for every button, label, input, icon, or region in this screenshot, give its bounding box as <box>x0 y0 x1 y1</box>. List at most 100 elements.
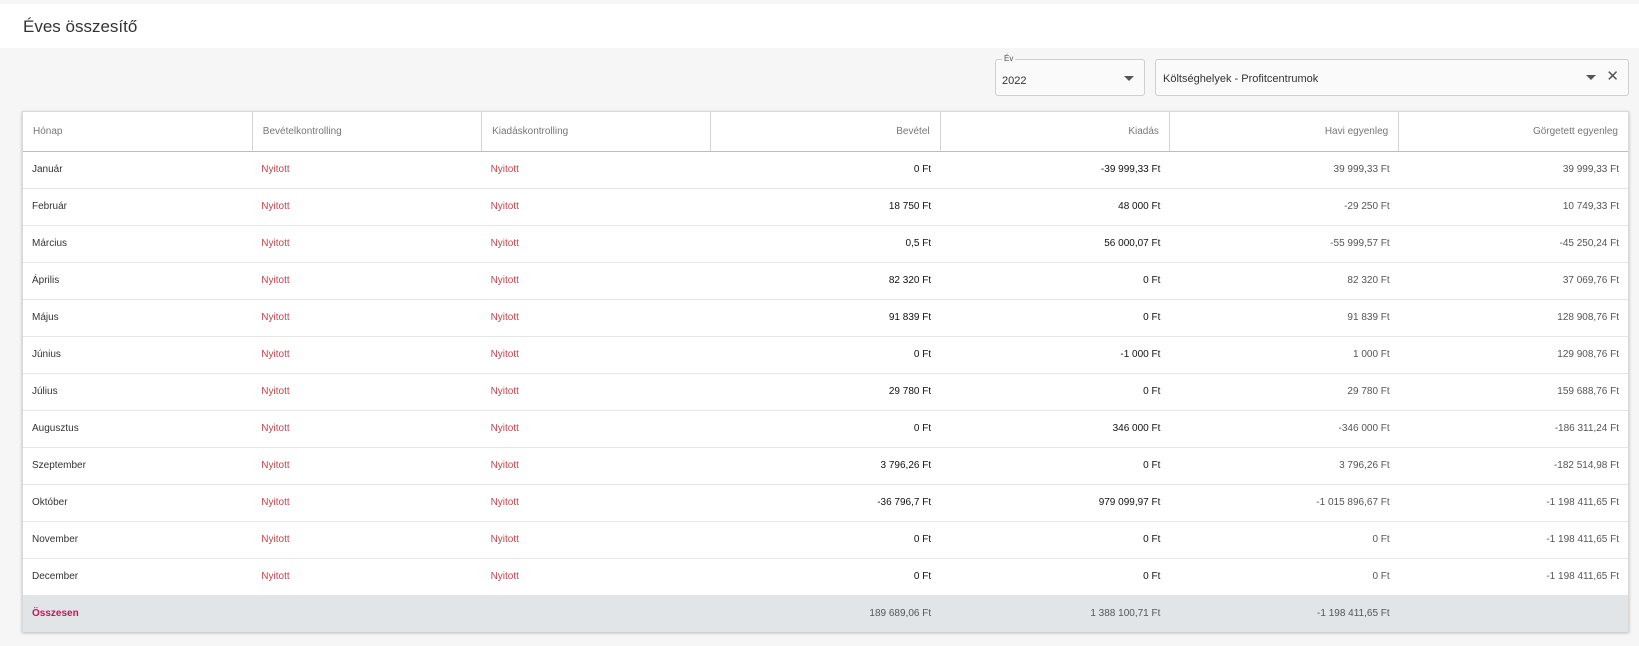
table-row[interactable]: Május Nyitott Nyitott 91 839 Ft 0 Ft 91 839 F… <box>23 299 1628 337</box>
cell-rolling-balance: -1 198 411,65 Ft <box>1398 558 1628 596</box>
cell-income-control-status[interactable]: Nyitott <box>252 558 482 596</box>
table-row[interactable]: Március Nyitott Nyitott 0,5 Ft 56 000,07 Ft -… <box>23 225 1628 263</box>
cell-income-control-status[interactable]: Nyitott <box>252 225 482 263</box>
cell-income-control-status[interactable]: Nyitott <box>252 410 482 448</box>
cell-income-control-status[interactable]: Nyitott <box>252 373 482 411</box>
cell-rolling-balance: -182 514,98 Ft <box>1398 447 1628 485</box>
cell-income: 0 Ft <box>710 151 941 189</box>
cell-expense: 346 000 Ft <box>940 410 1170 448</box>
cell-rolling-balance: 39 999,33 Ft <box>1398 151 1628 189</box>
cell-income-control-status[interactable]: Nyitott <box>252 262 482 300</box>
cell-expense-control-status[interactable]: Nyitott <box>481 225 711 263</box>
cell-expense: 56 000,07 Ft <box>940 225 1170 263</box>
cell-month: December <box>23 558 253 596</box>
page-header: Éves összesítő <box>0 4 1639 48</box>
total-expense: 1 388 100,71 Ft <box>940 595 1170 632</box>
table-row[interactable]: November Nyitott Nyitott 0 Ft 0 Ft 0 Ft -1 198… <box>23 521 1628 559</box>
cell-monthly-balance: 0 Ft <box>1169 521 1399 559</box>
cost-center-select-value: Költséghelyek - Profitcentrumok <box>1163 73 1319 85</box>
cell-expense-control-status[interactable]: Nyitott <box>481 447 711 485</box>
table-row[interactable]: Szeptember Nyitott Nyitott 3 796,26 Ft 0 Ft 3… <box>23 447 1628 485</box>
annual-summary-table: Hónap Bevételkontrolling Kiadáskontrolli… <box>22 111 1629 632</box>
cell-monthly-balance: 3 796,26 Ft <box>1169 447 1399 485</box>
year-select-value: 2022 <box>1002 75 1027 87</box>
cell-expense-control-status[interactable]: Nyitott <box>481 558 711 596</box>
cell-monthly-balance: -55 999,57 Ft <box>1169 225 1399 263</box>
cell-month: Február <box>23 188 253 226</box>
cell-income: 29 780 Ft <box>710 373 941 411</box>
cell-income-control-status[interactable]: Nyitott <box>252 336 482 374</box>
column-header-month[interactable]: Hónap <box>23 112 253 152</box>
table-row[interactable]: December Nyitott Nyitott 0 Ft 0 Ft 0 Ft -1 198… <box>23 558 1628 596</box>
cell-rolling-balance: -1 198 411,65 Ft <box>1398 484 1628 522</box>
total-cell-empty <box>252 595 482 632</box>
close-icon[interactable]: ✕ <box>1606 69 1619 84</box>
cell-month: Július <box>23 373 253 411</box>
table-row[interactable]: Augusztus Nyitott Nyitott 0 Ft 346 000 Ft -34… <box>23 410 1628 448</box>
table-row[interactable]: Június Nyitott Nyitott 0 Ft -1 000 Ft 1 000 F… <box>23 336 1628 374</box>
total-rolling-balance <box>1398 595 1628 632</box>
cell-month: Október <box>23 484 253 522</box>
total-row: Összesen 189 689,06 Ft 1 388 100,71 Ft -… <box>23 595 1628 632</box>
column-header-expense[interactable]: Kiadás <box>940 112 1170 152</box>
cell-expense-control-status[interactable]: Nyitott <box>481 484 711 522</box>
cell-monthly-balance: -346 000 Ft <box>1169 410 1399 448</box>
cell-rolling-balance: -45 250,24 Ft <box>1398 225 1628 263</box>
table-row[interactable]: Július Nyitott Nyitott 29 780 Ft 0 Ft 29 780 … <box>23 373 1628 411</box>
cell-income: 0 Ft <box>710 558 941 596</box>
column-header-income[interactable]: Bevétel <box>710 112 941 152</box>
column-header-rolling-balance[interactable]: Görgetett egyenleg <box>1398 112 1628 152</box>
cell-rolling-balance: -186 311,24 Ft <box>1398 410 1628 448</box>
cell-monthly-balance: 82 320 Ft <box>1169 262 1399 300</box>
cell-monthly-balance: 29 780 Ft <box>1169 373 1399 411</box>
table-row[interactable]: Április Nyitott Nyitott 82 320 Ft 0 Ft 82 320… <box>23 262 1628 300</box>
cell-expense: 0 Ft <box>940 521 1170 559</box>
cell-expense-control-status[interactable]: Nyitott <box>481 262 711 300</box>
cell-rolling-balance: 159 688,76 Ft <box>1398 373 1628 411</box>
column-header-income-control[interactable]: Bevételkontrolling <box>252 112 483 152</box>
cell-expense-control-status[interactable]: Nyitott <box>481 521 711 559</box>
cell-rolling-balance: -1 198 411,65 Ft <box>1398 521 1628 559</box>
year-select[interactable]: Év 2022 <box>995 54 1145 96</box>
cell-expense: -1 000 Ft <box>940 336 1170 374</box>
cell-income-control-status[interactable]: Nyitott <box>252 188 482 226</box>
cell-month: Június <box>23 336 253 374</box>
cell-month: Szeptember <box>23 447 253 485</box>
total-label: Összesen <box>23 595 253 632</box>
cost-center-select[interactable]: Költséghelyek - Profitcentrumok ✕ <box>1155 59 1629 96</box>
cell-expense: -39 999,33 Ft <box>940 151 1170 189</box>
year-select-label: Év <box>1002 54 1016 63</box>
cell-income: 91 839 Ft <box>710 299 941 337</box>
cell-income-control-status[interactable]: Nyitott <box>252 521 482 559</box>
cell-income: -36 796,7 Ft <box>710 484 941 522</box>
caret-down-icon[interactable] <box>1586 75 1596 80</box>
cell-income: 0 Ft <box>710 336 941 374</box>
cell-expense: 48 000 Ft <box>940 188 1170 226</box>
cell-monthly-balance: -29 250 Ft <box>1169 188 1399 226</box>
cell-income-control-status[interactable]: Nyitott <box>252 151 482 189</box>
cell-income-control-status[interactable]: Nyitott <box>252 447 482 485</box>
cell-expense: 0 Ft <box>940 558 1170 596</box>
cell-month: Március <box>23 225 253 263</box>
table-row[interactable]: Január Nyitott Nyitott 0 Ft -39 999,33 Ft 39 … <box>23 151 1628 189</box>
column-header-expense-control[interactable]: Kiadáskontrolling <box>481 112 712 152</box>
cell-expense-control-status[interactable]: Nyitott <box>481 373 711 411</box>
cell-month: Május <box>23 299 253 337</box>
cell-income: 18 750 Ft <box>710 188 941 226</box>
cell-income-control-status[interactable]: Nyitott <box>252 299 482 337</box>
cell-income: 0 Ft <box>710 410 941 448</box>
cell-income: 0,5 Ft <box>710 225 941 263</box>
cell-month: Április <box>23 262 253 300</box>
caret-down-icon[interactable] <box>1124 76 1134 81</box>
cell-income-control-status[interactable]: Nyitott <box>252 484 482 522</box>
table-row[interactable]: Február Nyitott Nyitott 18 750 Ft 48 000 Ft -… <box>23 188 1628 226</box>
column-header-monthly-balance[interactable]: Havi egyenleg <box>1169 112 1400 152</box>
cell-expense-control-status[interactable]: Nyitott <box>481 299 711 337</box>
cell-income: 0 Ft <box>710 521 941 559</box>
table-row[interactable]: Október Nyitott Nyitott -36 796,7 Ft 979 099… <box>23 484 1628 522</box>
cell-expense-control-status[interactable]: Nyitott <box>481 188 711 226</box>
cell-expense-control-status[interactable]: Nyitott <box>481 336 711 374</box>
cell-expense-control-status[interactable]: Nyitott <box>481 410 711 448</box>
cell-expense-control-status[interactable]: Nyitott <box>481 151 711 189</box>
cell-monthly-balance: -1 015 896,67 Ft <box>1169 484 1399 522</box>
